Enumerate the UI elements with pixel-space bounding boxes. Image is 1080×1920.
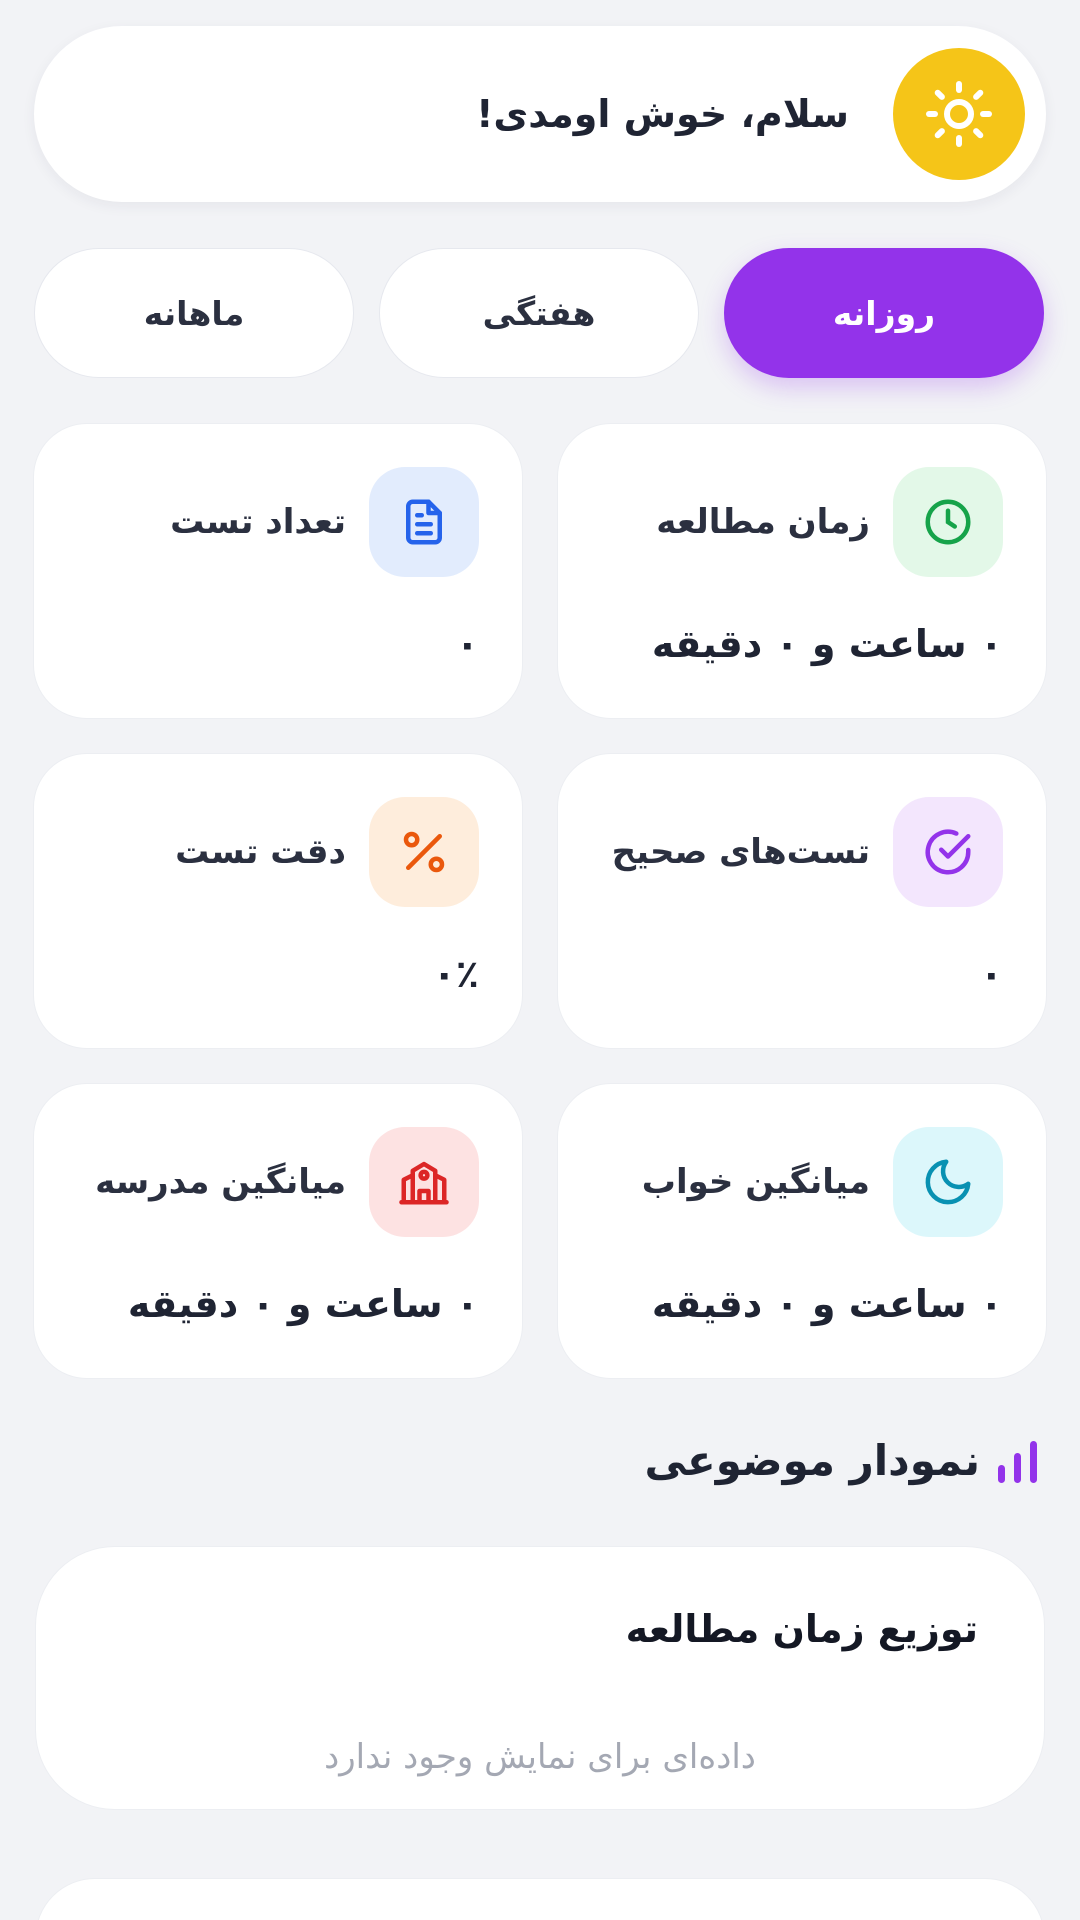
check-circle-icon [893,797,1003,907]
dashboard-page: سلام، خوش اومدی! روزانه هفتگی ماهانه زما… [0,0,1080,1920]
test-count-label: تعداد تست [170,502,346,542]
test-count-card[interactable]: تعداد تست ۰ [33,423,523,719]
clock-icon [893,467,1003,577]
school-icon [369,1127,479,1237]
moon-icon [893,1127,1003,1237]
tab-daily[interactable]: روزانه [724,248,1044,378]
section-title: نمودار موضوعی [644,1435,980,1485]
test-accuracy-card[interactable]: دقت تست ۰٪ [33,753,523,1049]
school-average-card[interactable]: میانگین مدرسه ۰ ساعت و ۰ دقیقه [33,1083,523,1379]
chart-title: توزیع زمان مطالعه [625,1607,978,1651]
sleep-average-card[interactable]: میانگین خواب ۰ ساعت و ۰ دقیقه [557,1083,1047,1379]
sleep-average-value: ۰ ساعت و ۰ دقیقه [651,1282,1003,1326]
greeting-text: سلام، خوش اومدی! [476,92,849,136]
percent-icon [369,797,479,907]
tab-weekly[interactable]: هفتگی [379,248,699,378]
tab-monthly[interactable]: ماهانه [34,248,354,378]
correct-tests-label: تست‌های صحیح [611,832,870,872]
school-average-value: ۰ ساعت و ۰ دقیقه [127,1282,479,1326]
next-card [35,1878,1045,1920]
correct-tests-value: ۰ [979,952,1003,996]
bar-chart-icon [996,1435,1040,1485]
study-time-label: زمان مطالعه [656,502,870,542]
greeting-card: سلام، خوش اومدی! [34,26,1046,202]
chart-empty-message: داده‌ای برای نمایش وجود ندارد [324,1737,756,1777]
sun-icon [893,48,1025,180]
test-accuracy-label: دقت تست [175,832,346,872]
document-icon [369,467,479,577]
test-accuracy-value: ۰٪ [432,952,479,996]
study-time-value: ۰ ساعت و ۰ دقیقه [651,622,1003,666]
school-average-label: میانگین مدرسه [95,1162,346,1202]
test-count-value: ۰ [455,622,479,666]
study-distribution-card: توزیع زمان مطالعه داده‌ای برای نمایش وجو… [35,1546,1045,1810]
study-time-card[interactable]: زمان مطالعه ۰ ساعت و ۰ دقیقه [557,423,1047,719]
sleep-average-label: میانگین خواب [641,1162,870,1202]
correct-tests-card[interactable]: تست‌های صحیح ۰ [557,753,1047,1049]
